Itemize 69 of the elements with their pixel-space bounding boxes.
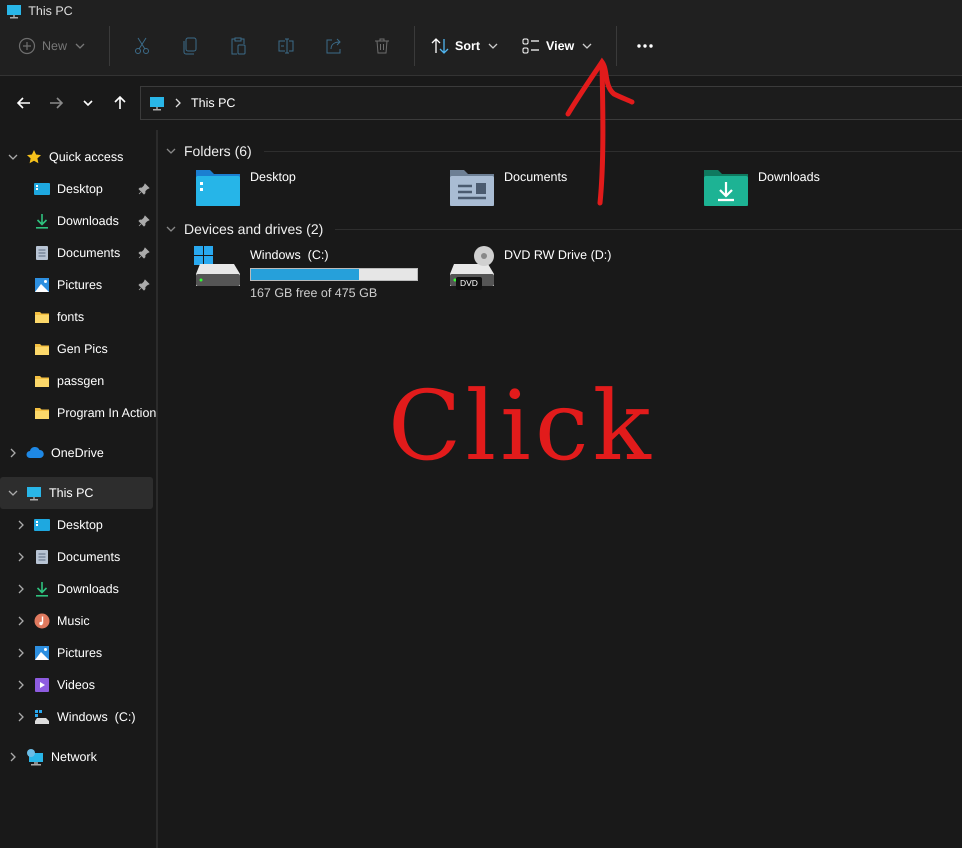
sidebar-item[interactable]: Network: [0, 741, 153, 773]
folder-name[interactable]: Downloads: [758, 168, 820, 187]
music-icon: [34, 613, 50, 629]
section-header[interactable]: Devices and drives (2): [184, 218, 324, 240]
sidebar-item[interactable]: Gen Pics: [0, 333, 153, 365]
picture-icon: [34, 645, 50, 661]
sidebar-item[interactable]: This PC: [0, 477, 153, 509]
desktop-icon: [34, 517, 50, 533]
breadcrumb-item[interactable]: This PC: [191, 94, 236, 112]
sidebar-item[interactable]: Downloads: [0, 573, 153, 605]
folder-icon: [34, 341, 50, 357]
document-icon: [34, 245, 50, 261]
sort-button[interactable]: Sort: [423, 26, 508, 66]
star-icon: [26, 149, 42, 165]
free-space-text: 167 GB free of 475 GB: [250, 284, 378, 302]
address-bar[interactable]: This PC: [140, 86, 962, 120]
desktop-icon: [34, 181, 50, 197]
share-icon: [325, 37, 344, 55]
computer-icon: [6, 3, 22, 19]
folder-icon: [34, 309, 50, 325]
more-icon: [636, 43, 654, 49]
computer-icon: [26, 485, 42, 501]
sidebar-item[interactable]: Pictures: [0, 637, 153, 669]
copy-icon: [181, 37, 200, 55]
sort-icon: [431, 37, 450, 55]
sidebar-item[interactable]: Music: [0, 605, 153, 637]
annotation-text: Click: [388, 378, 655, 474]
dvd-label: DVD: [456, 277, 482, 290]
sidebar-item[interactable]: Documents: [0, 237, 153, 269]
sidebar-item[interactable]: fonts: [0, 301, 153, 333]
sidebar-item[interactable]: Videos: [0, 669, 153, 701]
download-icon: [34, 213, 50, 229]
drive-icon: [194, 246, 242, 288]
sidebar-item[interactable]: Documents: [0, 541, 153, 573]
sidebar-item[interactable]: Pictures: [0, 269, 153, 301]
view-button[interactable]: View: [514, 26, 602, 66]
network-icon: [26, 748, 44, 766]
video-icon: [34, 677, 50, 693]
folder-name[interactable]: Documents: [504, 168, 568, 187]
picture-icon: [34, 277, 50, 293]
drive-name[interactable]: Windows (C:): [250, 246, 418, 265]
section-header[interactable]: Folders (6): [184, 140, 252, 162]
sidebar-item[interactable]: Program In Action: [0, 397, 153, 429]
sidebar-item[interactable]: Quick access: [0, 141, 153, 173]
drive-name[interactable]: DVD RW Drive (D:): [504, 246, 612, 265]
sidebar-item[interactable]: Downloads: [0, 205, 153, 237]
list-view-icon: [522, 37, 540, 55]
add-icon: [18, 37, 36, 55]
folder-icon: [34, 373, 50, 389]
folder-icon: [448, 168, 496, 208]
folder-icon: [34, 405, 50, 421]
sidebar-item[interactable]: passgen: [0, 365, 153, 397]
sidebar-item[interactable]: OneDrive: [0, 437, 153, 469]
folder-icon: [702, 168, 750, 208]
window-title: This PC: [28, 2, 73, 20]
folder-icon: [194, 168, 242, 208]
sidebar-item[interactable]: Desktop: [0, 509, 153, 541]
sidebar-item[interactable]: Windows (C:): [0, 701, 153, 733]
scissors-icon: [133, 37, 152, 55]
rename-icon: [277, 37, 296, 55]
drive-icon: [34, 709, 50, 725]
paste-icon: [229, 37, 248, 55]
cloud-icon: [26, 445, 44, 461]
download-icon: [34, 581, 50, 597]
document-icon: [34, 549, 50, 565]
trash-icon: [373, 37, 392, 55]
sidebar-item[interactable]: Desktop: [0, 173, 153, 205]
folder-name[interactable]: Desktop: [250, 168, 296, 187]
computer-icon: [149, 95, 165, 111]
